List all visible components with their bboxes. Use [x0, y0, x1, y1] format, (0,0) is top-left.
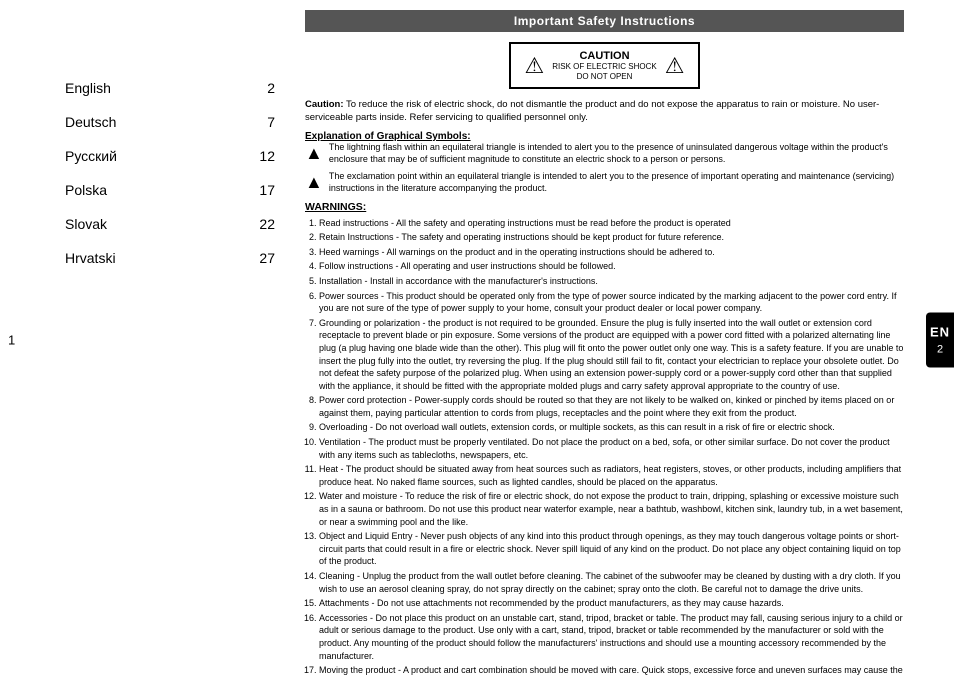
table-of-contents: English 2 Deutsch 7 Русский 12 Polska 17…: [35, 0, 295, 679]
graphical-symbol-2: ▲ The exclamation point within an equila…: [305, 171, 904, 194]
warnings-heading: WARNINGS:: [305, 201, 904, 213]
toc-item: Deutsch 7: [65, 114, 275, 130]
lightning-triangle-icon: ▲: [305, 143, 323, 165]
language-tab: EN 2: [926, 312, 954, 367]
caution-line2: DO NOT OPEN: [552, 72, 656, 82]
toc-language: Slovak: [65, 216, 107, 232]
page-header: Important Safety Instructions: [305, 10, 904, 32]
warning-item: Overloading - Do not overload wall outle…: [319, 421, 904, 434]
toc-page-number: 22: [259, 216, 275, 232]
toc-page-number: 12: [259, 148, 275, 164]
exclamation-triangle-icon: ▲: [305, 172, 323, 194]
caution-body-content: To reduce the risk of electric shock, do…: [305, 99, 879, 123]
tab-lang-code: EN: [930, 324, 950, 339]
warning-item: Read instructions - All the safety and o…: [319, 217, 904, 230]
warning-item: Power sources - This product should be o…: [319, 290, 904, 315]
warning-item: Object and Liquid Entry - Never push obj…: [319, 530, 904, 568]
toc-item: Slovak 22: [65, 216, 275, 232]
warning-item: Accessories - Do not place this product …: [319, 612, 904, 662]
warnings-list: Read instructions - All the safety and o…: [305, 217, 904, 679]
graphical-symbol-1-text: The lightning flash within an equilatera…: [329, 142, 904, 165]
warning-item: Installation - Install in accordance wit…: [319, 275, 904, 288]
caution-body-text: Caution: To reduce the risk of electric …: [305, 99, 904, 125]
content-panel: Important Safety Instructions ⚠ CAUTION …: [295, 0, 919, 679]
graphical-symbol-2-text: The exclamation point within an equilate…: [329, 171, 904, 194]
caution-box: ⚠ CAUTION RISK OF ELECTRIC SHOCK DO NOT …: [509, 42, 701, 89]
toc-item: Русский 12: [65, 148, 275, 164]
toc-language: Русский: [65, 148, 117, 164]
tab-page-number: 2: [937, 343, 943, 355]
warning-item: Heed warnings - All warnings on the prod…: [319, 246, 904, 259]
warning-item: Retain Instructions - The safety and ope…: [319, 231, 904, 244]
warning-item: Heat - The product should be situated aw…: [319, 463, 904, 488]
toc-page-number: 17: [259, 182, 275, 198]
caution-title: CAUTION: [552, 50, 656, 62]
caution-left-icon: ⚠: [525, 53, 545, 79]
toc-language: English: [65, 80, 111, 96]
toc-page-number: 2: [267, 80, 275, 96]
warning-item: Water and moisture - To reduce the risk …: [319, 490, 904, 528]
toc-page-number: 27: [259, 250, 275, 266]
warning-item: Power cord protection - Power-supply cor…: [319, 394, 904, 419]
caution-text: CAUTION RISK OF ELECTRIC SHOCK DO NOT OP…: [552, 50, 656, 81]
warning-item: Grounding or polarization - the product …: [319, 317, 904, 393]
warning-item: Ventilation - The product must be proper…: [319, 436, 904, 461]
left-page-number: 1: [8, 332, 15, 347]
toc-language: Polska: [65, 182, 107, 198]
warning-item: Follow instructions - All operating and …: [319, 260, 904, 273]
caution-line1: RISK OF ELECTRIC SHOCK: [552, 62, 656, 72]
graphical-symbols-heading: Explanation of Graphical Symbols:: [305, 131, 904, 142]
toc-page-number: 7: [267, 114, 275, 130]
toc-item: Polska 17: [65, 182, 275, 198]
toc-language: Hrvatski: [65, 250, 116, 266]
warning-item: Attachments - Do not use attachments not…: [319, 597, 904, 610]
warning-item: Cleaning - Unplug the product from the w…: [319, 570, 904, 595]
toc-item: Hrvatski 27: [65, 250, 275, 266]
caution-label: Caution:: [305, 99, 344, 110]
toc-language: Deutsch: [65, 114, 116, 130]
caution-box-container: ⚠ CAUTION RISK OF ELECTRIC SHOCK DO NOT …: [305, 42, 904, 89]
toc-item: English 2: [65, 80, 275, 96]
caution-right-icon: ⚠: [665, 53, 685, 79]
graphical-symbol-1: ▲ The lightning flash within an equilate…: [305, 142, 904, 165]
warning-item: Moving the product - A product and cart …: [319, 664, 904, 679]
